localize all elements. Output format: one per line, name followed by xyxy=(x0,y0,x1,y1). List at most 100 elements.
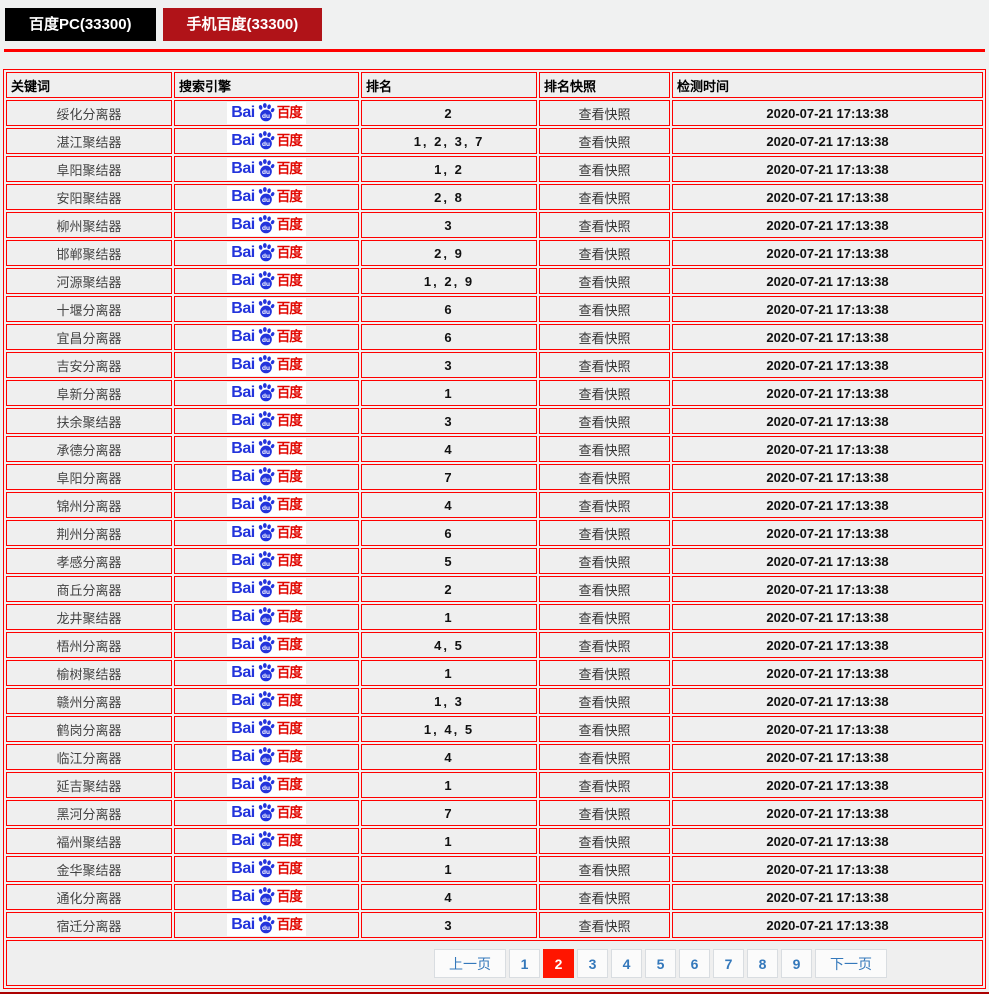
svg-text:du: du xyxy=(262,589,270,596)
page-button-1[interactable]: 1 xyxy=(509,948,540,978)
snapshot-link[interactable]: 查看快照 xyxy=(539,240,670,266)
snapshot-link[interactable]: 查看快照 xyxy=(539,128,670,154)
snapshot-link[interactable]: 查看快照 xyxy=(539,352,670,378)
snapshot-link[interactable]: 查看快照 xyxy=(539,744,670,770)
engine-cell: Bai du 百度 xyxy=(174,296,359,322)
snapshot-link[interactable]: 查看快照 xyxy=(539,464,670,490)
snapshot-link[interactable]: 查看快照 xyxy=(539,800,670,826)
baidu-logo-cn-text: 百度 xyxy=(276,497,303,513)
baidu-paw-icon: du xyxy=(258,439,275,458)
baidu-logo-icon: Bai du 百度 xyxy=(227,690,306,712)
snapshot-link[interactable]: 查看快照 xyxy=(539,688,670,714)
baidu-logo-cn-text: 百度 xyxy=(276,245,303,261)
snapshot-link[interactable]: 查看快照 xyxy=(539,156,670,182)
page-button-2[interactable]: 2 xyxy=(543,948,574,978)
keyword-cell: 柳州聚结器 xyxy=(6,212,172,238)
table-row: 阜阳聚结器 Bai du 百度 1, 2 查看快照 2020-07-21 17:… xyxy=(6,156,983,182)
baidu-logo-bai-text: Bai xyxy=(231,496,255,513)
snapshot-link[interactable]: 查看快照 xyxy=(539,436,670,462)
baidu-logo-icon: Bai du 百度 xyxy=(227,326,306,348)
page-button-5[interactable]: 5 xyxy=(645,948,676,978)
svg-text:du: du xyxy=(262,785,270,792)
page-button-7[interactable]: 7 xyxy=(713,948,744,978)
page-button-6[interactable]: 6 xyxy=(679,948,710,978)
col-header-snapshot: 排名快照 xyxy=(539,72,670,98)
snapshot-link[interactable]: 查看快照 xyxy=(539,604,670,630)
baidu-logo-cn-text: 百度 xyxy=(276,273,303,289)
detect-time-cell: 2020-07-21 17:13:38 xyxy=(672,408,983,434)
keyword-cell: 梧州分离器 xyxy=(6,632,172,658)
rank-cell: 7 xyxy=(361,464,537,490)
baidu-paw-icon: du xyxy=(258,747,275,766)
baidu-logo-bai-text: Bai xyxy=(231,664,255,681)
snapshot-link[interactable]: 查看快照 xyxy=(539,884,670,910)
baidu-logo-icon: Bai du 百度 xyxy=(227,662,306,684)
baidu-paw-icon: du xyxy=(258,495,275,514)
snapshot-link[interactable]: 查看快照 xyxy=(539,268,670,294)
snapshot-link[interactable]: 查看快照 xyxy=(539,324,670,350)
baidu-logo-icon: Bai du 百度 xyxy=(227,354,306,376)
baidu-logo-bai-text: Bai xyxy=(231,804,255,821)
tab-bar: 百度PC(33300) 手机百度(33300) xyxy=(0,0,989,41)
page-prev-button[interactable]: 上一页 xyxy=(434,948,506,978)
rank-cell: 1, 2, 9 xyxy=(361,268,537,294)
snapshot-link[interactable]: 查看快照 xyxy=(539,520,670,546)
baidu-paw-icon: du xyxy=(258,159,275,178)
rank-cell: 3 xyxy=(361,912,537,938)
snapshot-link[interactable]: 查看快照 xyxy=(539,576,670,602)
rank-cell: 1, 2, 3, 7 xyxy=(361,128,537,154)
snapshot-link[interactable]: 查看快照 xyxy=(539,632,670,658)
snapshot-link[interactable]: 查看快照 xyxy=(539,772,670,798)
table-row: 宜昌分离器 Bai du 百度 6 查看快照 2020-07-21 17:13:… xyxy=(6,324,983,350)
detect-time-cell: 2020-07-21 17:13:38 xyxy=(672,716,983,742)
page-button-9[interactable]: 9 xyxy=(781,948,812,978)
detect-time-cell: 2020-07-21 17:13:38 xyxy=(672,688,983,714)
col-header-time: 检测时间 xyxy=(672,72,983,98)
snapshot-link[interactable]: 查看快照 xyxy=(539,660,670,686)
baidu-logo-bai-text: Bai xyxy=(231,244,255,261)
page-button-8[interactable]: 8 xyxy=(747,948,778,978)
page-button-3[interactable]: 3 xyxy=(577,948,608,978)
baidu-logo-bai-text: Bai xyxy=(231,720,255,737)
detect-time-cell: 2020-07-21 17:13:38 xyxy=(672,184,983,210)
snapshot-link[interactable]: 查看快照 xyxy=(539,100,670,126)
baidu-paw-icon: du xyxy=(258,327,275,346)
baidu-paw-icon: du xyxy=(258,859,275,878)
tab-mobile-baidu[interactable]: 手机百度(33300) xyxy=(162,8,323,41)
snapshot-link[interactable]: 查看快照 xyxy=(539,184,670,210)
snapshot-link[interactable]: 查看快照 xyxy=(539,408,670,434)
tab-baidu-pc[interactable]: 百度PC(33300) xyxy=(5,8,156,41)
snapshot-link[interactable]: 查看快照 xyxy=(539,856,670,882)
detect-time-cell: 2020-07-21 17:13:38 xyxy=(672,240,983,266)
rank-cell: 2, 8 xyxy=(361,184,537,210)
keyword-cell: 福州聚结器 xyxy=(6,828,172,854)
detect-time-cell: 2020-07-21 17:13:38 xyxy=(672,604,983,630)
page-next-button[interactable]: 下一页 xyxy=(815,948,887,978)
keyword-cell: 商丘分离器 xyxy=(6,576,172,602)
snapshot-link[interactable]: 查看快照 xyxy=(539,296,670,322)
engine-cell: Bai du 百度 xyxy=(174,912,359,938)
baidu-logo-icon: Bai du 百度 xyxy=(227,886,306,908)
keyword-cell: 宿迁分离器 xyxy=(6,912,172,938)
detect-time-cell: 2020-07-21 17:13:38 xyxy=(672,324,983,350)
detect-time-cell: 2020-07-21 17:13:38 xyxy=(672,436,983,462)
snapshot-link[interactable]: 查看快照 xyxy=(539,716,670,742)
rank-cell: 1 xyxy=(361,660,537,686)
table-row: 扶余聚结器 Bai du 百度 3 查看快照 2020-07-21 17:13:… xyxy=(6,408,983,434)
snapshot-link[interactable]: 查看快照 xyxy=(539,212,670,238)
baidu-logo-bai-text: Bai xyxy=(231,272,255,289)
snapshot-link[interactable]: 查看快照 xyxy=(539,912,670,938)
keyword-cell: 龙井聚结器 xyxy=(6,604,172,630)
baidu-logo-icon: Bai du 百度 xyxy=(227,606,306,628)
rank-cell: 2, 9 xyxy=(361,240,537,266)
engine-cell: Bai du 百度 xyxy=(174,240,359,266)
engine-cell: Bai du 百度 xyxy=(174,156,359,182)
snapshot-link[interactable]: 查看快照 xyxy=(539,380,670,406)
baidu-logo-icon: Bai du 百度 xyxy=(227,914,306,936)
baidu-paw-icon: du xyxy=(258,887,275,906)
page-button-4[interactable]: 4 xyxy=(611,948,642,978)
snapshot-link[interactable]: 查看快照 xyxy=(539,828,670,854)
snapshot-link[interactable]: 查看快照 xyxy=(539,492,670,518)
baidu-logo-cn-text: 百度 xyxy=(276,889,303,905)
snapshot-link[interactable]: 查看快照 xyxy=(539,548,670,574)
